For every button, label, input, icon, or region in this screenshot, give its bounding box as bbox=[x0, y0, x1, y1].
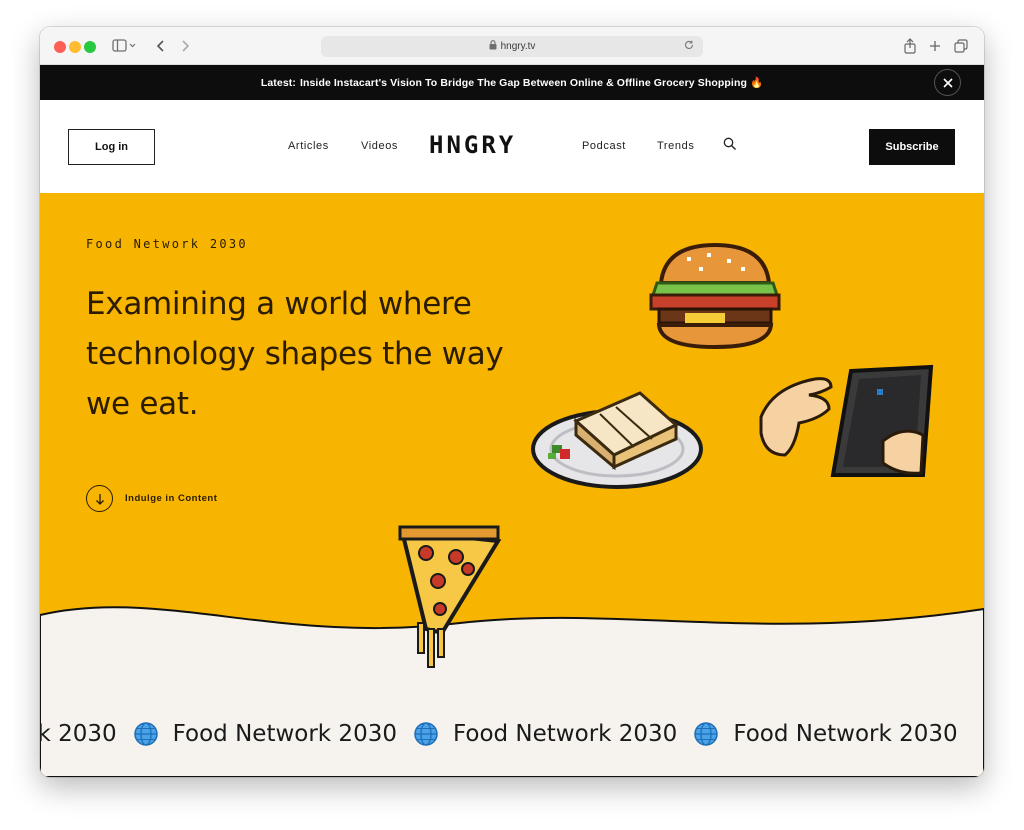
arrow-down-icon bbox=[86, 485, 113, 512]
burger-illustration bbox=[649, 242, 781, 350]
hero-title: Examining a world where technology shape… bbox=[86, 286, 504, 422]
globe-icon bbox=[694, 722, 719, 746]
nav-link-podcast[interactable]: Podcast bbox=[582, 140, 626, 152]
globe-icon bbox=[133, 722, 158, 746]
site-header: Log in Articles Videos HNGRY Podcast Tre… bbox=[40, 100, 984, 193]
reload-icon[interactable] bbox=[683, 39, 695, 54]
browser-toolbar: hngry.tv bbox=[40, 27, 984, 65]
site-logo[interactable]: HNGRY bbox=[429, 131, 516, 159]
nav-link-videos[interactable]: Videos bbox=[361, 140, 398, 152]
announcement-prefix: Latest: bbox=[260, 76, 296, 89]
ticker-item: rk 2030 bbox=[40, 721, 117, 747]
browser-window: hngry.tv Latest: Inside Instacart's Visi… bbox=[40, 27, 984, 777]
login-button[interactable]: Log in bbox=[68, 129, 155, 165]
phone-hands-illustration bbox=[759, 364, 934, 477]
close-window-button[interactable] bbox=[54, 41, 66, 53]
announcement-headline[interactable]: Inside Instacart's Vision To Bridge The … bbox=[300, 76, 763, 89]
sandwich-illustration bbox=[531, 391, 703, 489]
share-icon[interactable] bbox=[902, 36, 918, 56]
ticker-item: Food Network 2030 bbox=[677, 721, 958, 747]
minimize-window-button[interactable] bbox=[69, 41, 81, 53]
hero-section: Food Network 2030 Examining a world wher… bbox=[40, 193, 984, 777]
subscribe-button[interactable]: Subscribe bbox=[869, 129, 955, 165]
ticker-marquee: rk 2030 Food Network 2030 Food Network 2… bbox=[40, 714, 984, 754]
tab-overview-icon[interactable] bbox=[952, 36, 970, 56]
sidebar-toggle-icon[interactable] bbox=[110, 36, 138, 56]
pizza-illustration bbox=[398, 525, 502, 668]
close-announcement-button[interactable] bbox=[934, 69, 961, 96]
lock-icon bbox=[489, 40, 497, 53]
url-text: hngry.tv bbox=[500, 41, 536, 52]
forward-icon[interactable] bbox=[177, 36, 193, 56]
zoom-window-button[interactable] bbox=[84, 41, 96, 53]
address-bar[interactable]: hngry.tv bbox=[321, 36, 703, 57]
indulge-content-link[interactable]: Indulge in Content bbox=[86, 485, 217, 512]
new-tab-icon[interactable] bbox=[927, 36, 943, 56]
ticker-item: Food Network 2030 bbox=[397, 721, 677, 747]
nav-link-trends[interactable]: Trends bbox=[657, 140, 694, 152]
back-icon[interactable] bbox=[153, 36, 169, 56]
globe-icon bbox=[414, 722, 438, 746]
cta-label: Indulge in Content bbox=[125, 493, 218, 504]
search-icon[interactable] bbox=[723, 137, 739, 153]
ticker-item: Food Network 2030 bbox=[117, 721, 397, 747]
close-icon bbox=[942, 77, 953, 88]
hero-eyebrow: Food Network 2030 bbox=[86, 237, 248, 251]
nav-link-articles[interactable]: Articles bbox=[288, 140, 329, 152]
announcement-bar[interactable]: Latest: Inside Instacart's Vision To Bri… bbox=[40, 65, 984, 100]
